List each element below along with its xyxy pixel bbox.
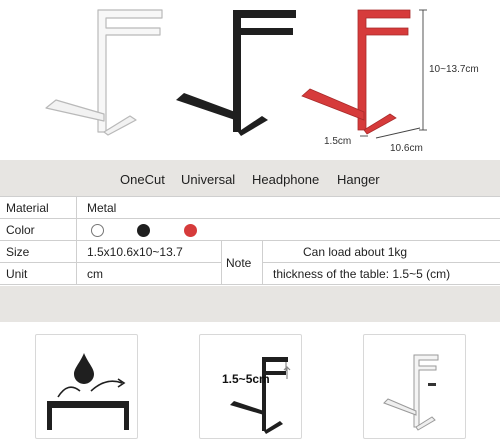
table-row: Size 1.5x10.6x10~13.7 Note Can load abou… bbox=[0, 240, 500, 285]
clamp-diagram bbox=[230, 357, 291, 434]
thickness-dimension-label: 1.5cm bbox=[324, 136, 352, 147]
white-swatch bbox=[91, 223, 104, 237]
hanger-preview-image bbox=[383, 354, 439, 431]
note-line-2: thickness of the table: 1.5~5 (cm) bbox=[262, 262, 500, 285]
title-word-1: OneCut bbox=[120, 172, 165, 187]
title-word-3: Headphone bbox=[252, 172, 320, 187]
table-row: Color bbox=[0, 218, 500, 241]
red-hanger bbox=[301, 9, 411, 135]
feature-hanger-preview bbox=[363, 334, 466, 439]
unit-value: cm bbox=[76, 262, 222, 285]
size-value: 1.5x10.6x10~13.7 bbox=[76, 240, 222, 263]
note-label: Note bbox=[221, 240, 263, 285]
red-swatch bbox=[183, 223, 197, 237]
feature-waterproof bbox=[35, 334, 138, 439]
waterproof-icon bbox=[47, 353, 129, 430]
note-line-1: Can load about 1kg bbox=[262, 240, 500, 263]
feature-clamp-thickness: 1.5~5cm bbox=[199, 334, 302, 439]
material-label: Material bbox=[0, 196, 77, 219]
table-row: Material Metal bbox=[0, 196, 500, 219]
depth-dimension-label: 10.6cm bbox=[390, 143, 423, 154]
material-value: Metal bbox=[76, 196, 500, 219]
product-photo bbox=[45, 9, 427, 139]
height-dimension-label: 10~13.7cm bbox=[429, 64, 479, 75]
color-label: Color bbox=[0, 218, 77, 241]
color-swatches bbox=[76, 218, 500, 241]
separator-band bbox=[0, 286, 500, 322]
title-word-4: Hanger bbox=[337, 172, 380, 187]
size-label: Size bbox=[0, 240, 77, 263]
white-hanger bbox=[45, 9, 163, 136]
black-hanger bbox=[176, 10, 296, 136]
clamp-range-label: 1.5~5cm bbox=[222, 372, 270, 386]
title-word-2: Universal bbox=[181, 172, 236, 187]
spec-table: Material Metal Color Size 1.5x10.6x10~13… bbox=[0, 196, 500, 286]
unit-label: Unit bbox=[0, 262, 77, 285]
black-swatch bbox=[137, 223, 151, 237]
title-bar: OneCut Universal Headphone Hanger bbox=[0, 160, 500, 196]
